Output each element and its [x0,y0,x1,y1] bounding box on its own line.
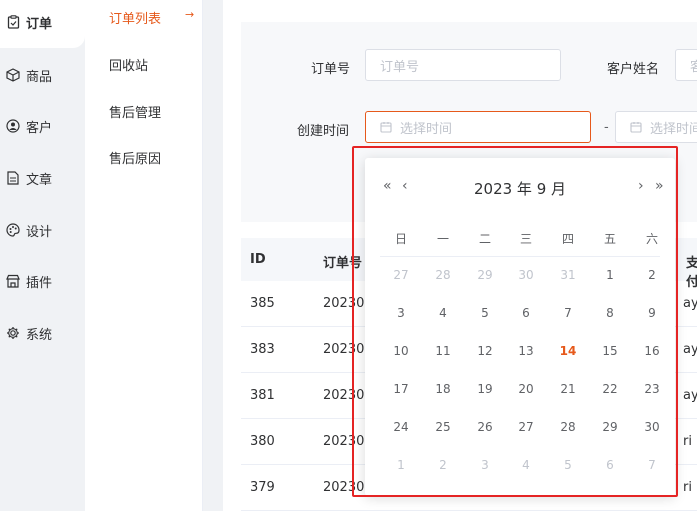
customer-name-label: 客户姓名 [607,62,660,77]
subnav-item-after-sales-reasons[interactable]: 售后原因 [109,148,161,167]
date-range-separator: - [604,120,609,135]
nav-item-label: 商品 [26,69,53,85]
cell-id: 380 [250,434,275,449]
sub-nav: 订单列表 → 回收站 售后管理 售后原因 [85,0,203,511]
nav-item-label: 客户 [26,120,53,136]
nav-item-orders[interactable]: 订单 [0,0,85,48]
nav-item-label: 设计 [26,224,53,240]
palette-icon [6,223,20,237]
clipboard-icon [6,15,20,29]
end-date-input[interactable]: 选择时间 [615,111,697,143]
order-no-label: 订单号 [311,62,351,77]
cell-id: 381 [250,388,275,403]
nav-item-articles[interactable]: 文章 [0,152,85,204]
subnav-item-recycle-bin[interactable]: 回收站 [109,55,148,74]
order-no-input[interactable]: 订单号 [365,49,561,81]
calendar-icon [380,121,392,133]
start-date-input[interactable]: 选择时间 [365,111,591,143]
content-gutter [203,0,223,511]
nav-item-products[interactable]: 商品 [0,49,85,101]
nav-item-label: 订单 [26,16,53,32]
gear-icon [6,326,20,340]
nav-item-label: 插件 [26,275,53,291]
nav-item-customers[interactable]: 客户 [0,100,85,152]
nav-item-design[interactable]: 设计 [0,204,85,256]
cell-payment: ay [683,342,697,357]
store-icon [6,274,20,288]
customer-name-placeholder: 客 [690,59,697,75]
cell-payment: ri [683,480,692,495]
cell-id: 385 [250,296,275,311]
box-icon [6,68,20,82]
cell-payment: ri [683,434,692,449]
order-no-placeholder: 订单号 [380,59,420,75]
nav-item-plugins[interactable]: 插件 [0,255,85,307]
start-date-placeholder: 选择时间 [400,121,453,137]
cell-payment: ay [683,388,697,403]
subnav-item-order-list[interactable]: 订单列表 [109,8,161,27]
column-header-id: ID [250,252,266,267]
cell-id: 379 [250,480,275,495]
created-time-label: 创建时间 [297,124,350,139]
end-date-placeholder: 选择时间 [650,121,697,137]
cell-id: 383 [250,342,275,357]
customer-name-input[interactable]: 客 [675,49,697,81]
calendar-icon [630,121,642,133]
nav-item-system[interactable]: 系统 [0,307,85,359]
cell-payment: ay [683,296,697,311]
arrow-right-icon: → [185,8,195,21]
subnav-item-after-sales[interactable]: 售后管理 [109,102,161,121]
document-icon [6,171,20,185]
nav-item-label: 系统 [26,327,53,343]
highlight-box [352,146,678,497]
user-circle-icon [6,119,20,133]
main-nav: 订单 商品 客户 文章 设计 插件 系统 [0,0,85,511]
nav-item-label: 文章 [26,172,53,188]
